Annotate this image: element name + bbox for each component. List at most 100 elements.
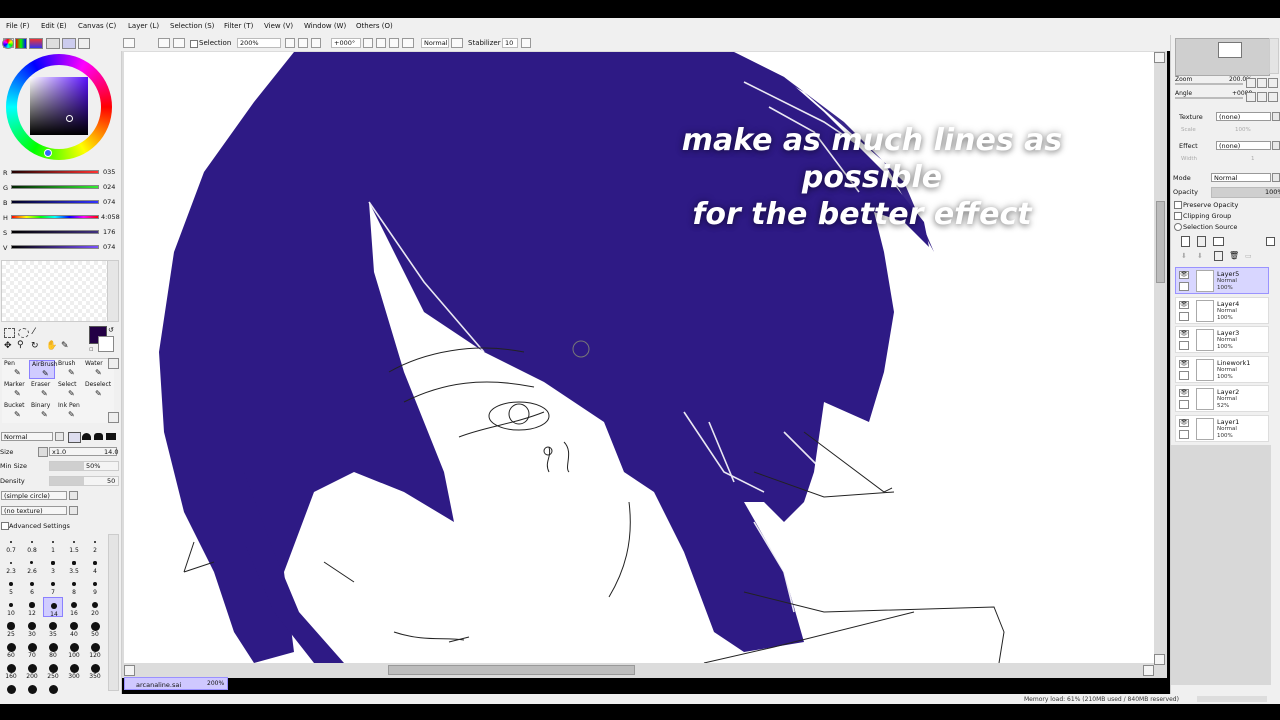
- apply-mask-icon[interactable]: ▭: [1245, 252, 1252, 260]
- nav-angle-slider[interactable]: [1175, 97, 1243, 99]
- size-mult-button[interactable]: [38, 447, 48, 457]
- layer-row[interactable]: 👁 Layer4 Normal 100%: [1175, 296, 1269, 324]
- drawing-canvas[interactable]: make as much lines as possible for the b…: [124, 52, 1154, 663]
- visibility-eye-icon[interactable]: 👁: [1179, 359, 1189, 368]
- brush-size-preset[interactable]: 7: [43, 576, 63, 596]
- visibility-eye-icon[interactable]: 👁: [1179, 330, 1189, 338]
- layer-mode-field[interactable]: Normal: [1211, 173, 1271, 182]
- merge-down-icon[interactable]: ⬇: [1197, 252, 1203, 260]
- delete-layer-icon[interactable]: 🗑: [1229, 251, 1239, 260]
- min-size-slider[interactable]: [49, 461, 119, 471]
- tool-pen[interactable]: Pen ✎: [2, 360, 28, 379]
- layer-row[interactable]: 👁 Linework1 Normal 100%: [1175, 355, 1269, 383]
- brush-size-preset[interactable]: 9: [85, 576, 105, 596]
- layer-panel-menu-icon[interactable]: [1266, 237, 1275, 246]
- hue-picker-marker[interactable]: [44, 149, 52, 157]
- brush-shape-flat-icon[interactable]: [68, 432, 81, 443]
- layer-mode-dropdown[interactable]: [1272, 173, 1280, 182]
- navigator-scrollbar[interactable]: [1269, 38, 1279, 74]
- brush-size-preset[interactable]: 350: [85, 660, 105, 680]
- zoom-reset-icon[interactable]: [311, 38, 321, 48]
- tool-deselect[interactable]: Deselect ✎: [83, 381, 111, 400]
- visibility-eye-icon[interactable]: 👁: [1179, 389, 1189, 397]
- rotate-reset-icon[interactable]: [389, 38, 399, 48]
- r-value[interactable]: 035: [103, 168, 115, 176]
- rgb-slider-tab-icon[interactable]: [15, 38, 27, 49]
- rect-select-icon[interactable]: [4, 328, 15, 338]
- tool-grid-scroll-up[interactable]: [108, 358, 119, 369]
- brush-size-preset[interactable]: 35: [43, 618, 63, 638]
- advanced-settings-checkbox[interactable]: [1, 522, 9, 530]
- brush-size-preset[interactable]: 2: [85, 534, 105, 554]
- tool-marker[interactable]: Marker ✎: [2, 381, 28, 400]
- brush-size-preset[interactable]: 120: [85, 639, 105, 659]
- texture-field[interactable]: (none): [1216, 112, 1271, 121]
- rotate-left-icon[interactable]: [363, 38, 373, 48]
- brush-size-preset[interactable]: 3.5: [64, 555, 84, 575]
- size-presets-scrollbar[interactable]: [108, 534, 119, 691]
- r-slider[interactable]: [11, 170, 99, 174]
- brush-size-preset[interactable]: 80: [43, 639, 63, 659]
- nav-rotate-reset-button[interactable]: [1268, 92, 1278, 102]
- menu-view[interactable]: View (V): [264, 22, 293, 30]
- flip-icon[interactable]: [402, 38, 414, 48]
- zoom-in-icon[interactable]: [285, 38, 295, 48]
- tool-binary[interactable]: Binary ✎: [29, 402, 55, 421]
- layer-lock-checkbox[interactable]: [1179, 341, 1189, 350]
- scratch-pad-scrollbar[interactable]: [107, 260, 119, 322]
- tool-ink-pen[interactable]: Ink Pen ✎: [56, 402, 82, 421]
- new-linework-layer-icon[interactable]: [1197, 236, 1206, 247]
- tool-water[interactable]: Water ✎: [83, 360, 109, 379]
- stabilizer-field[interactable]: 10: [502, 38, 518, 48]
- menu-layer[interactable]: Layer (L): [128, 22, 159, 30]
- transfer-down-icon[interactable]: ⬇: [1181, 252, 1187, 260]
- h-scroll-left[interactable]: [124, 665, 135, 676]
- scratch-pad[interactable]: [1, 260, 108, 322]
- stabilizer-dropdown-icon[interactable]: [521, 38, 531, 48]
- layer-list-scroll[interactable]: [1269, 267, 1277, 437]
- saturation-value-square[interactable]: [30, 77, 88, 135]
- invert-selection-icon[interactable]: [173, 38, 185, 48]
- swap-colors-icon[interactable]: ↺: [108, 326, 114, 334]
- new-layer-icon[interactable]: [1181, 236, 1190, 247]
- v-scroll-thumb[interactable]: [1156, 201, 1165, 283]
- g-value[interactable]: 024: [103, 183, 115, 191]
- lasso-icon[interactable]: [18, 328, 29, 338]
- tool-bucket[interactable]: Bucket ✎: [2, 402, 28, 421]
- brush-size-preset[interactable]: 40: [64, 618, 84, 638]
- g-slider[interactable]: [11, 185, 99, 189]
- mode-dropdown-icon[interactable]: [451, 38, 463, 48]
- secondary-color-swatch[interactable]: [98, 336, 114, 352]
- brush-size-preset[interactable]: 5: [1, 576, 21, 596]
- nav-zoom-out-button[interactable]: [1246, 78, 1256, 88]
- brush-size-preset[interactable]: 30: [22, 618, 42, 638]
- color-wheel-tab-icon[interactable]: [2, 38, 14, 49]
- brush-size-preset[interactable]: 6: [22, 576, 42, 596]
- brush-size-preset[interactable]: 8: [64, 576, 84, 596]
- brush-size-preset[interactable]: 14: [43, 597, 63, 618]
- brush-size-preset[interactable]: 250: [43, 660, 63, 680]
- layer-row[interactable]: 👁 Layer5 Normal 100%: [1175, 267, 1269, 294]
- brush-size-preset[interactable]: 60: [1, 639, 21, 659]
- layer-lock-checkbox[interactable]: [1179, 282, 1189, 291]
- menu-file[interactable]: File (F): [6, 22, 29, 30]
- h-scroll-right[interactable]: [1143, 665, 1154, 676]
- sv-picker-marker[interactable]: [66, 115, 73, 122]
- visibility-eye-icon[interactable]: 👁: [1179, 271, 1189, 279]
- brush-size-preset[interactable]: 300: [64, 660, 84, 680]
- menu-others[interactable]: Others (O): [356, 22, 393, 30]
- preserve-opacity-checkbox[interactable]: [1174, 201, 1182, 209]
- brush-size-preset[interactable]: 0.7: [1, 534, 21, 554]
- tool-select[interactable]: Select ✎: [56, 381, 82, 400]
- menu-filter[interactable]: Filter (T): [224, 22, 253, 30]
- layer-lock-checkbox[interactable]: [1179, 311, 1189, 321]
- visibility-eye-icon[interactable]: 👁: [1179, 418, 1189, 427]
- v-slider[interactable]: [11, 245, 99, 249]
- effect-field[interactable]: (none): [1216, 141, 1271, 150]
- view-mode-icon[interactable]: [123, 38, 135, 48]
- tool-eraser[interactable]: Eraser ✎: [29, 381, 55, 400]
- new-folder-icon[interactable]: [1213, 237, 1224, 246]
- menu-edit[interactable]: Edit (E): [41, 22, 67, 30]
- brush-size-preset[interactable]: 2.6: [22, 555, 42, 575]
- transparent-color-icon[interactable]: ▫: [89, 345, 94, 353]
